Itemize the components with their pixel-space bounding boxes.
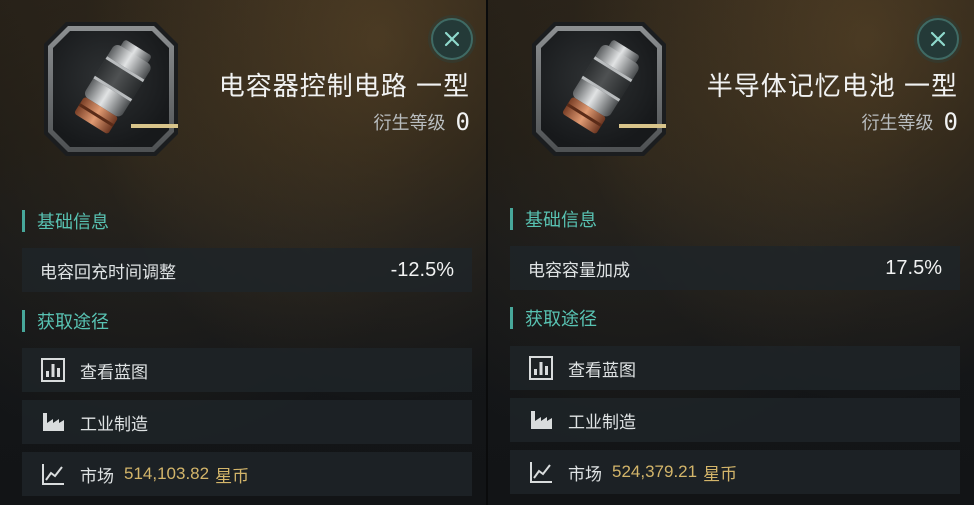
blueprint-icon [40,357,66,383]
basic-info-header: 基础信息 [510,206,597,232]
source-label: 工业制造 [80,414,148,434]
source-label: 查看蓝图 [568,360,636,380]
market-button[interactable]: 市场 524,379.21 星币 [510,450,960,494]
derivation-level: 衍生等级 0 [374,108,470,136]
item-icon-frame [44,22,178,156]
capacitor-module-icon [562,40,639,134]
stat-value: 17.5% [885,256,942,279]
factory-icon [40,409,66,435]
stat-name: 电容容量加成 [528,260,630,280]
source-label: 市场 [80,466,114,486]
item-compare-view: 电容器控制电路 一型 衍生等级 0 基础信息 电容回充时间调整 -12.5% 获… [0,0,974,505]
stat-row: 电容容量加成 17.5% [510,246,960,290]
tier-value: 0 [455,108,470,136]
section-title: 基础信息 [525,210,597,230]
currency-label: 星币 [703,464,738,484]
source-label: 工业制造 [568,412,636,432]
derivation-level: 衍生等级 0 [862,108,958,136]
capacitor-module-icon [74,40,151,134]
source-label: 市场 [568,464,602,484]
section-title: 基础信息 [37,212,109,232]
section-accent-bar [22,310,25,332]
item-name: 电容器控制电路 一型 [218,71,470,101]
acquire-header: 获取途径 [22,308,109,334]
stat-row: 电容回充时间调整 -12.5% [22,248,472,292]
industry-button[interactable]: 工业制造 [510,398,960,442]
chart-line-icon [40,461,66,487]
rarity-bar [131,124,178,128]
section-title: 获取途径 [525,309,597,329]
rarity-bar [619,124,666,128]
section-accent-bar [22,210,25,232]
view-blueprint-button[interactable]: 查看蓝图 [510,346,960,390]
factory-icon [528,407,554,433]
tier-value: 0 [943,108,958,136]
view-blueprint-button[interactable]: 查看蓝图 [22,348,472,392]
acquire-header: 获取途径 [510,305,597,331]
stat-name: 电容回充时间调整 [40,262,176,282]
source-label: 查看蓝图 [80,362,148,382]
item-icon-frame [532,22,666,156]
stat-value: -12.5% [390,258,454,281]
tier-label: 衍生等级 [861,113,934,133]
section-accent-bar [510,208,513,230]
blueprint-icon [528,355,554,381]
market-button[interactable]: 市场 514,103.82 星币 [22,452,472,496]
market-price: 524,379.21 [612,462,698,481]
close-button[interactable] [917,18,959,60]
tier-label: 衍生等级 [373,113,446,133]
close-icon [930,31,946,47]
item-name: 半导体记忆电池 一型 [706,71,958,101]
close-button[interactable] [431,18,473,60]
section-title: 获取途径 [37,312,109,332]
currency-label: 星币 [215,466,250,486]
section-accent-bar [510,307,513,329]
basic-info-header: 基础信息 [22,208,109,234]
market-price: 514,103.82 [124,464,210,483]
item-panel-left: 电容器控制电路 一型 衍生等级 0 基础信息 电容回充时间调整 -12.5% 获… [0,0,486,505]
chart-line-icon [528,459,554,485]
item-panel-right: 半导体记忆电池 一型 衍生等级 0 基础信息 电容容量加成 17.5% 获取途径 [486,0,974,505]
close-icon [444,31,460,47]
industry-button[interactable]: 工业制造 [22,400,472,444]
